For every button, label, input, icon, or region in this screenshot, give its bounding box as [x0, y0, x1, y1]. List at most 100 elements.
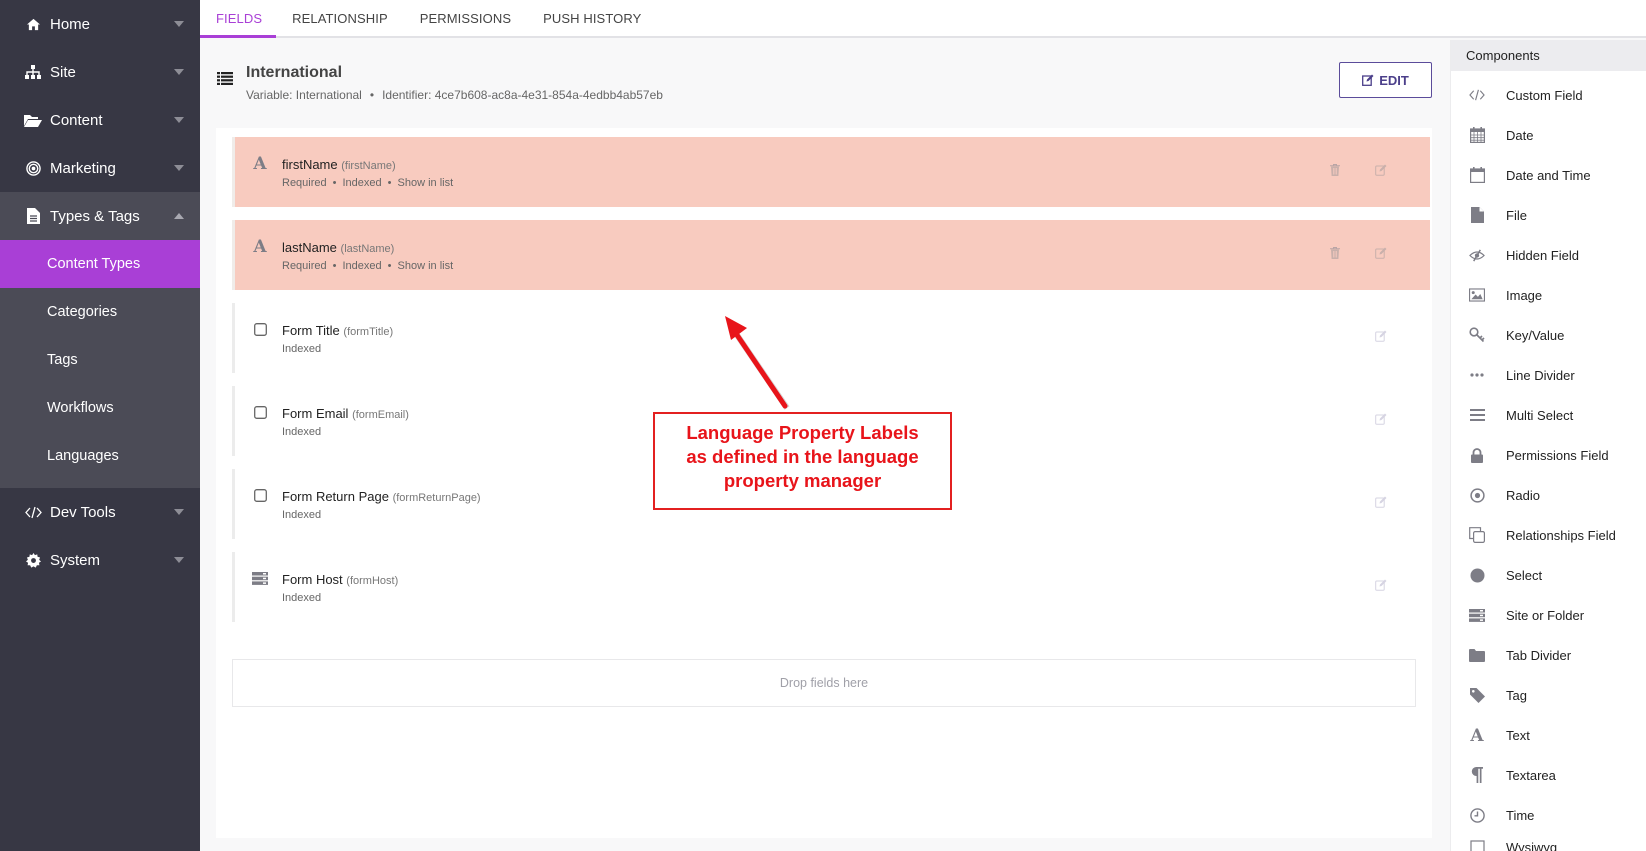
field-label: Form Email (formEmail) [282, 406, 409, 421]
component-item-multi-select[interactable]: Multi Select [1451, 395, 1646, 435]
sidebar-item-marketing[interactable]: Marketing [0, 144, 200, 192]
component-item-text[interactable]: A Text [1451, 715, 1646, 755]
component-label: Date and Time [1506, 167, 1591, 183]
edit-button[interactable]: EDIT [1339, 62, 1432, 98]
edit-icon[interactable] [1375, 246, 1387, 264]
sidebar: Home Site Content Marketing Types & Tags… [0, 0, 200, 851]
checkbox-icon [252, 321, 268, 337]
sidebar-item-system[interactable]: System [0, 536, 200, 584]
component-item-file[interactable]: File [1451, 195, 1646, 235]
folder-icon [1469, 647, 1485, 663]
field-variable: (formTitle) [343, 326, 394, 338]
chevron-down-icon [174, 69, 184, 75]
edit-icon[interactable] [1375, 329, 1387, 347]
drop-zone[interactable]: Drop fields here [232, 659, 1416, 707]
chevron-down-icon [174, 165, 184, 171]
code-icon [1469, 87, 1485, 103]
component-item-line-divider[interactable]: Line Divider [1451, 355, 1646, 395]
sidebar-item-label: Home [50, 15, 91, 33]
component-item-custom-field[interactable]: Custom Field [1451, 75, 1646, 115]
component-item-image[interactable]: Image [1451, 275, 1646, 315]
component-item-wysiwyg[interactable]: Wysiwyg [1451, 835, 1646, 851]
field-row[interactable]: AlastName (lastName) Required • Indexed • Sho… [232, 220, 1430, 290]
sidebar-item-types-tags[interactable]: Types & Tags [0, 192, 200, 240]
circle-icon [1469, 567, 1485, 583]
text-icon: A [252, 155, 268, 171]
sidebar-item-workflows[interactable]: Workflows [0, 384, 200, 432]
clock-icon [1469, 807, 1485, 823]
component-label: Tag [1506, 687, 1527, 703]
tab-fields[interactable]: FIELDS [200, 0, 277, 38]
field-variable: (lastName) [340, 243, 395, 255]
edit-icon[interactable] [1375, 578, 1387, 596]
list-icon [217, 72, 233, 90]
field-properties: Indexed [282, 343, 321, 355]
server-icon [252, 570, 268, 586]
field-properties: Indexed [282, 592, 321, 604]
sidebar-item-tags[interactable]: Tags [0, 336, 200, 384]
wysiwyg-icon [1469, 839, 1485, 851]
component-item-site-or-folder[interactable]: Site or Folder [1451, 595, 1646, 635]
edit-icon[interactable] [1375, 163, 1387, 181]
edit-icon [1362, 74, 1374, 86]
sidebar-item-categories[interactable]: Categories [0, 288, 200, 336]
trash-icon[interactable] [1330, 163, 1340, 181]
sidebar-item-label: Types & Tags [50, 207, 140, 225]
tag-icon [1469, 687, 1485, 703]
component-item-relationships-field[interactable]: Relationships Field [1451, 515, 1646, 555]
clone-icon [1469, 527, 1485, 543]
component-item-textarea[interactable]: Textarea [1451, 755, 1646, 795]
file-text-icon [24, 207, 42, 225]
separator: • [332, 260, 337, 272]
field-name: Form Host [282, 572, 343, 587]
trash-icon[interactable] [1330, 246, 1340, 264]
component-label: File [1506, 207, 1527, 223]
sidebar-item-home[interactable]: Home [0, 0, 200, 48]
sidebar-item-dev-tools[interactable]: Dev Tools [0, 488, 200, 536]
calendar-empty-icon [1469, 167, 1485, 183]
sidebar-item-label: Marketing [50, 159, 116, 177]
types-tags-submenu: Content Types Categories Tags Workflows … [0, 240, 200, 488]
field-prop: Show in list [397, 260, 454, 272]
component-item-date-and-time[interactable]: Date and Time [1451, 155, 1646, 195]
field-row[interactable]: Form Host (formHost) Indexed [232, 552, 1430, 622]
separator: • [369, 88, 375, 102]
bars-icon [1469, 407, 1485, 423]
field-prop: Show in list [397, 177, 454, 189]
component-label: Select [1506, 567, 1543, 583]
gear-icon [24, 551, 42, 569]
field-prop: Required [282, 177, 327, 189]
component-item-select[interactable]: Select [1451, 555, 1646, 595]
eye-slash-icon [1469, 247, 1485, 263]
tab-permissions[interactable]: PERMISSIONS [404, 0, 527, 36]
content-type-header: International Variable: International • Id… [200, 38, 1450, 126]
component-item-key-value[interactable]: Key/Value [1451, 315, 1646, 355]
sidebar-item-languages[interactable]: Languages [0, 432, 200, 480]
field-name: Form Return Page [282, 489, 389, 504]
field-properties: Indexed [282, 426, 321, 438]
annotation-callout: Language Property Labels as defined in t… [653, 412, 952, 510]
field-prop: Required [282, 260, 327, 272]
sidebar-item-content[interactable]: Content [0, 96, 200, 144]
field-label: Form Host (formHost) [282, 572, 398, 587]
edit-icon[interactable] [1375, 412, 1387, 430]
component-item-time[interactable]: Time [1451, 795, 1646, 835]
edit-icon[interactable] [1375, 495, 1387, 513]
field-prop: Indexed [282, 426, 322, 438]
field-row[interactable]: AfirstName (firstName) Required • Indexed • S… [232, 137, 1430, 207]
component-item-hidden-field[interactable]: Hidden Field [1451, 235, 1646, 275]
component-item-permissions-field[interactable]: Permissions Field [1451, 435, 1646, 475]
edit-button-label: EDIT [1379, 72, 1409, 88]
component-item-tab-divider[interactable]: Tab Divider [1451, 635, 1646, 675]
sidebar-item-content-types[interactable]: Content Types [0, 240, 200, 288]
component-item-radio[interactable]: Radio [1451, 475, 1646, 515]
tab-relationship[interactable]: RELATIONSHIP [276, 0, 404, 36]
sidebar-item-site[interactable]: Site [0, 48, 200, 96]
chevron-up-icon [174, 213, 184, 219]
components-header: Components [1451, 40, 1646, 71]
field-properties: Indexed [282, 509, 321, 521]
field-row[interactable]: Form Title (formTitle) Indexed [232, 303, 1430, 373]
component-item-date[interactable]: Date [1451, 115, 1646, 155]
tab-push-history[interactable]: PUSH HISTORY [527, 0, 657, 36]
component-item-tag[interactable]: Tag [1451, 675, 1646, 715]
